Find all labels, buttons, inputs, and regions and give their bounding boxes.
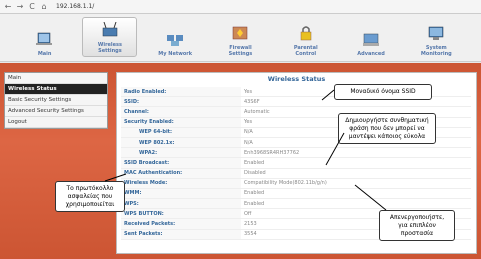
row-value: Enh3968SR4RH37762 (241, 147, 471, 159)
table-row: Wireless Mode: Compatibility Mode(802.11b… (121, 178, 471, 189)
network-icon (165, 29, 185, 49)
row-label: Security Enabled: (121, 117, 241, 128)
callout-ssid: Μοναδικό όνομα SSID (334, 84, 432, 100)
nav-main[interactable]: Main (17, 29, 72, 57)
nav-system-monitoring[interactable]: System Monitoring (409, 23, 464, 57)
sidebar-item-main[interactable]: Main (5, 73, 107, 84)
table-row: WPS: Enabled (121, 198, 471, 210)
firewall-icon (230, 23, 250, 43)
nav-label: Main (37, 51, 52, 57)
row-label: Radio Enabled: (121, 87, 241, 98)
nav-label: My Network (158, 51, 193, 57)
nav-label: Firewall Settings (228, 45, 253, 57)
notebook-icon (35, 29, 55, 49)
row-value: Disabled (241, 168, 471, 179)
sidebar-item-logout[interactable]: Logout (5, 117, 107, 128)
row-label: Channel: (121, 106, 241, 118)
sidebar-item-wireless-status[interactable]: Wireless Status (5, 84, 107, 95)
table-row: WPA2: Enh3968SR4RH37762 (121, 147, 471, 159)
nav-wireless-settings[interactable]: Wireless Settings (82, 17, 138, 57)
row-label: MAC Authentication: (121, 168, 241, 179)
sidebar: Main Wireless Status Basic Security Sett… (4, 72, 108, 129)
row-label: Wireless Mode: (121, 178, 241, 189)
row-label: WEP 64-bit: (121, 127, 241, 138)
nav-my-network[interactable]: My Network (148, 29, 203, 57)
nav-parental-control[interactable]: Parental Control (278, 23, 333, 57)
row-value: Enabled (241, 157, 471, 169)
nav-advanced[interactable]: Advanced (344, 29, 399, 57)
back-button[interactable]: ← (4, 2, 12, 11)
sidebar-item-advanced-security[interactable]: Advanced Security Settings (5, 106, 107, 117)
row-value: Compatibility Mode(802.11b/g/n) (241, 178, 471, 189)
row-label: WMM: (121, 188, 241, 200)
row-label: Received Packets: (121, 218, 241, 230)
sidebar-item-basic-security[interactable]: Basic Security Settings (5, 95, 107, 106)
monitor-icon (426, 23, 446, 43)
forward-button[interactable]: → (16, 2, 24, 11)
nav-firewall-settings[interactable]: Firewall Settings (213, 23, 268, 57)
nav-label: Advanced (357, 51, 385, 57)
row-value: Enabled (241, 198, 471, 210)
home-button[interactable]: ⌂ (40, 2, 48, 11)
top-navigation: Main Wireless Settings My Network Firewa… (0, 14, 481, 62)
table-row: WMM: Enabled (121, 188, 471, 200)
row-label: WEP 802.1x: (121, 137, 241, 149)
wireless-icon (100, 20, 120, 40)
row-label: WPS: (121, 198, 241, 210)
lock-icon (296, 23, 316, 43)
browser-toolbar: ← → C ⌂ 192.168.1.1/ (0, 0, 481, 14)
nav-label: Wireless Settings (97, 42, 122, 54)
row-label: WPS BUTTON: (121, 208, 241, 220)
nav-label: System Monitoring (420, 45, 452, 57)
settings-icon (361, 29, 381, 49)
row-label: SSID: (121, 96, 241, 108)
table-row: SSID Broadcast: Enabled (121, 157, 471, 169)
callout-password: Δημιουργήστε συνθηματική φράση που δεν μ… (338, 113, 436, 145)
row-label: SSID Broadcast: (121, 157, 241, 169)
address-bar[interactable]: 192.168.1.1/ (56, 3, 94, 10)
callout-protocol: Το πρωτόκολλο ασφαλείας που χρησιμοποιεί… (55, 181, 125, 213)
row-label: Sent Packets: (121, 229, 241, 240)
row-value: Enabled (241, 188, 471, 200)
table-row: MAC Authentication: Disabled (121, 168, 471, 179)
row-label: WPA2: (121, 147, 241, 159)
reload-button[interactable]: C (28, 2, 36, 11)
callout-disable: Απενεργοποιήστε, για επιπλέον προστασία (379, 210, 455, 242)
nav-label: Parental Control (293, 45, 318, 57)
